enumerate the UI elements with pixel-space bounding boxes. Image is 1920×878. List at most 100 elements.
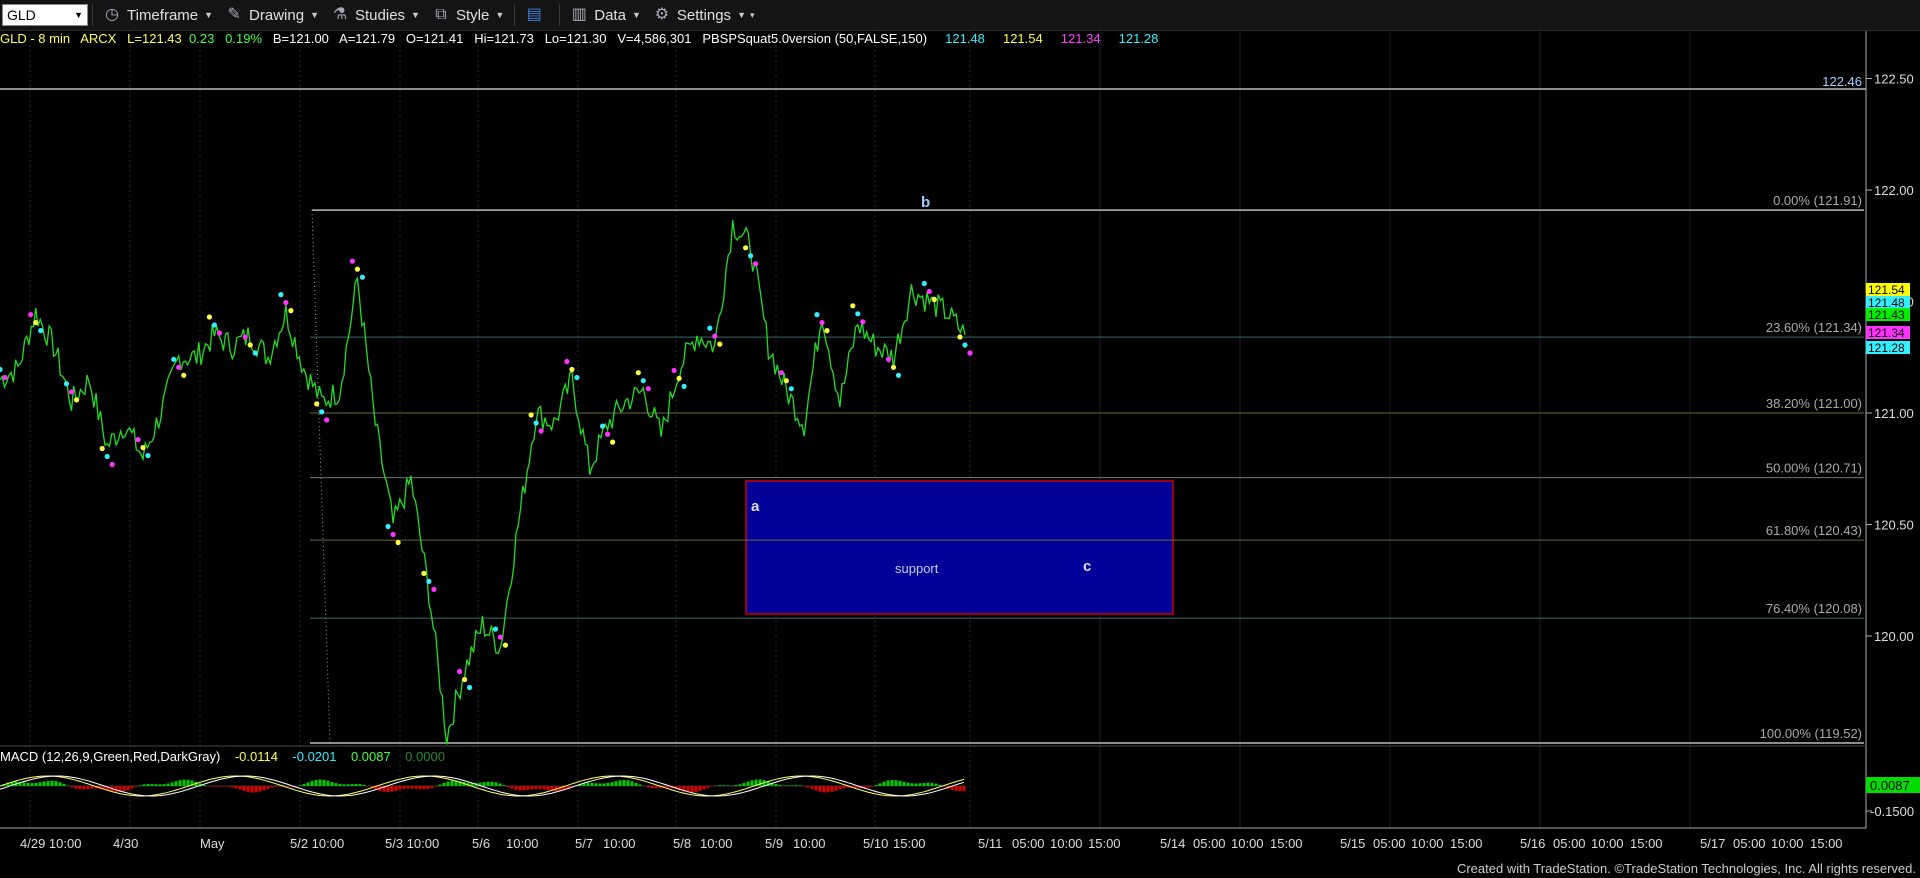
- time-axis-label: 15:00: [1630, 836, 1663, 851]
- signal-dot: [319, 409, 325, 415]
- chevron-down-icon: ▼: [74, 10, 83, 20]
- signal-dot: [63, 381, 70, 387]
- price-tags: 121.54121.48121.43121.34121.28: [1866, 283, 1910, 355]
- signal-dot: [753, 261, 759, 267]
- time-axis-label: 10:00: [1231, 836, 1264, 851]
- time-axis-label: 5/6: [472, 836, 490, 851]
- time-axis-label: 5/8: [673, 836, 691, 851]
- chevron-down-icon: ▼: [204, 10, 214, 20]
- signal-dot: [349, 258, 355, 264]
- signal-dot: [421, 570, 427, 577]
- wave-label-a: a: [751, 498, 760, 515]
- time-axis-label: 4/29 10:00: [20, 836, 81, 851]
- symbol-input[interactable]: GLD ▼: [2, 4, 88, 26]
- signal-dot: [676, 375, 682, 381]
- signal-dot: [671, 367, 677, 373]
- time-axis-label: 10:00: [603, 836, 636, 851]
- symbol-value: GLD: [7, 7, 36, 23]
- macd-plot: 0.0087 -0.1500: [0, 775, 1920, 819]
- signal-dot: [569, 366, 575, 373]
- signal-dot: [68, 389, 75, 395]
- time-axis-label: 05:00: [1733, 836, 1766, 851]
- support-zone-box[interactable]: [745, 480, 1174, 615]
- time-axis-label: 5/10: [863, 836, 888, 851]
- signal-dot: [73, 397, 80, 403]
- info-study-val-3: 121.34: [1060, 31, 1101, 46]
- fib-anchor-line: [311, 210, 331, 744]
- settings-label: Settings: [676, 6, 732, 24]
- vertical-gridlines: [29, 30, 1691, 828]
- time-axis-label: 15:00: [893, 836, 926, 851]
- price-axis-label: 120.50: [1874, 518, 1914, 533]
- time-axis-label: 5/7: [575, 836, 593, 851]
- style-menu[interactable]: ⧉ Style ▼: [426, 0, 510, 30]
- info-ask: A=121.79: [339, 31, 396, 46]
- hline-label: 122.46: [1822, 74, 1862, 89]
- info-change: 0.23: [189, 31, 215, 46]
- fib-level-label: 38.20% (121.00): [1766, 396, 1862, 411]
- signal-dot: [931, 296, 937, 303]
- timeframe-menu[interactable]: ◷ Timeframe ▼: [97, 0, 219, 30]
- signal-dot: [707, 325, 713, 331]
- price-axis-label: 121.00: [1874, 406, 1914, 421]
- info-low: Lo=121.30: [544, 31, 607, 46]
- time-axis-label: May: [200, 836, 225, 851]
- signal-dot: [824, 328, 830, 334]
- signal-dot: [135, 437, 141, 443]
- signal-dot: [278, 292, 284, 298]
- info-high: Hi=121.73: [474, 31, 534, 46]
- macd-val-2: -0.0201: [292, 749, 337, 764]
- signal-dot: [145, 453, 151, 459]
- signal-dot: [216, 330, 222, 336]
- time-axis-label: 15:00: [1810, 836, 1843, 851]
- divider: [559, 4, 561, 26]
- drawing-menu[interactable]: ✎ Drawing ▼: [219, 0, 325, 30]
- info-study-val-2: 121.54: [1002, 31, 1043, 46]
- signal-dot: [640, 378, 646, 384]
- price-axis: 122.50122.00121.50121.00120.50120.00: [1866, 72, 1914, 644]
- signal-dot: [385, 523, 391, 530]
- signal-dot: [206, 314, 212, 320]
- signal-dot: [359, 274, 365, 280]
- toolbar: GLD ▼ ◷ Timeframe ▼ ✎ Drawing ▼ ⚗ Studie…: [0, 0, 1920, 31]
- signal-dot: [860, 319, 866, 325]
- signal-dot: [28, 312, 34, 318]
- fib-level-label: 76.40% (120.08): [1766, 601, 1862, 616]
- signal-dot: [538, 428, 544, 434]
- chevron-down-icon: ▼: [737, 10, 746, 20]
- data-menu[interactable]: ▥ Data ▼: [564, 0, 647, 30]
- macd-val-1: -0.0114: [234, 749, 278, 764]
- price-axis-label: 122.50: [1874, 72, 1914, 87]
- signal-dot: [109, 461, 115, 468]
- signal-dot: [492, 626, 498, 632]
- signal-dot: [605, 431, 611, 437]
- layout-button[interactable]: ▤: [519, 0, 555, 30]
- signal-dot: [252, 350, 258, 356]
- signal-dot: [104, 453, 110, 460]
- settings-menu[interactable]: ⚙ Settings ▼ ▾: [647, 0, 761, 30]
- time-axis-label: 15:00: [1270, 836, 1303, 851]
- signal-dot: [395, 539, 401, 546]
- macd-label: MACD (12,26,9,Green,Red,DarkGray): [0, 749, 221, 764]
- signal-dot: [600, 423, 606, 429]
- signal-dot: [247, 342, 253, 348]
- signal-dot: [33, 320, 39, 326]
- fib-level-label: 23.60% (121.34): [1766, 320, 1862, 335]
- clock-icon: ◷: [105, 6, 119, 23]
- footer-credit: Created with TradeStation. ©TradeStation…: [1456, 861, 1916, 876]
- time-axis-label: 10:00: [506, 836, 539, 851]
- time-axis-label: 10:00: [1591, 836, 1624, 851]
- signal-dot: [610, 439, 616, 445]
- studies-menu[interactable]: ⚗ Studies ▼: [325, 0, 426, 30]
- divider: [514, 4, 516, 26]
- chevron-down-icon: ▼: [631, 10, 641, 20]
- signal-dot: [855, 311, 861, 317]
- time-axis-label: 10:00: [1411, 836, 1444, 851]
- time-axis-label: 5/14: [1160, 836, 1185, 851]
- time-axis-label: 5/16: [1520, 836, 1545, 851]
- signal-dot: [645, 386, 651, 392]
- signal-dot: [574, 374, 580, 381]
- support-label: support: [895, 561, 939, 576]
- time-axis-label: 10:00: [1771, 836, 1804, 851]
- signal-dot: [890, 364, 897, 370]
